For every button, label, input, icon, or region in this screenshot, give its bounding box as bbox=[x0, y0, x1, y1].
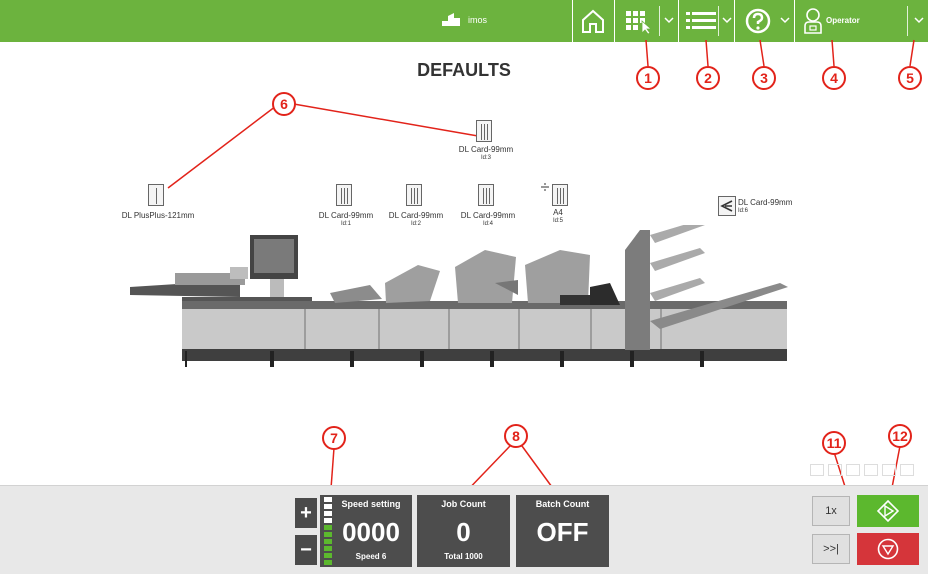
callout-5: 5 bbox=[898, 66, 922, 90]
speed-bar bbox=[324, 539, 332, 544]
status-box bbox=[864, 464, 878, 476]
speed-bar bbox=[324, 504, 332, 509]
a4-document-icon[interactable] bbox=[552, 184, 568, 206]
start-button[interactable] bbox=[857, 495, 919, 527]
stop-icon bbox=[877, 538, 899, 560]
start-icon bbox=[877, 500, 899, 522]
speed-bar bbox=[324, 553, 332, 558]
speed-bar bbox=[324, 525, 332, 530]
status-box bbox=[810, 464, 824, 476]
card-stack-icon[interactable] bbox=[336, 184, 352, 206]
card-stack-icon[interactable] bbox=[478, 184, 494, 206]
job-count-value: 0 bbox=[456, 517, 471, 547]
callout-11: 11 bbox=[822, 431, 846, 455]
speed-bar bbox=[324, 532, 332, 537]
speed-footer: Speed 6 bbox=[355, 552, 387, 561]
speed-panel[interactable]: Speed setting 0000 Speed 6 bbox=[320, 495, 412, 567]
callout-6: 6 bbox=[272, 92, 296, 116]
inserter-machine bbox=[130, 225, 788, 367]
callout-8: 8 bbox=[504, 424, 528, 448]
job-count-title: Job Count bbox=[441, 499, 486, 509]
speed-value: 0000 bbox=[342, 517, 400, 547]
clear-deck-button[interactable]: >>| bbox=[812, 534, 850, 564]
callout-2: 2 bbox=[696, 66, 720, 90]
item-label: DL Card-99mm Id:3 bbox=[458, 145, 514, 161]
callout-4: 4 bbox=[822, 66, 846, 90]
speed-level-bars bbox=[324, 497, 332, 565]
job-count-total: Total 1000 bbox=[444, 552, 483, 561]
batch-count-title: Batch Count bbox=[535, 499, 590, 509]
status-box bbox=[828, 464, 842, 476]
speed-bar bbox=[324, 511, 332, 516]
callout-1: 1 bbox=[636, 66, 660, 90]
envelope-insert-icon[interactable] bbox=[718, 196, 736, 216]
status-box bbox=[846, 464, 860, 476]
speed-bar bbox=[324, 497, 332, 502]
callout-12: 12 bbox=[888, 424, 912, 448]
speed-title: Speed setting bbox=[341, 499, 401, 509]
card-stack-icon[interactable] bbox=[476, 120, 492, 142]
speed-increase-button[interactable]: + bbox=[295, 498, 317, 528]
speed-decrease-button[interactable]: − bbox=[295, 535, 317, 565]
envelope-icon[interactable] bbox=[148, 184, 164, 206]
job-count-panel[interactable]: Job Count 0 Total 1000 bbox=[417, 495, 510, 567]
item-label: A4 Id:5 bbox=[552, 208, 563, 224]
speed-bar bbox=[324, 560, 332, 565]
batch-count-value: OFF bbox=[536, 517, 589, 547]
item-label: DL Card-99mm Id:6 bbox=[738, 198, 793, 214]
status-box bbox=[900, 464, 914, 476]
status-box bbox=[882, 464, 896, 476]
item-label: DL PlusPlus-121mm bbox=[121, 211, 195, 220]
speed-bar bbox=[324, 518, 332, 523]
single-cycle-button[interactable]: 1x bbox=[812, 496, 850, 526]
stop-button[interactable] bbox=[857, 533, 919, 565]
card-stack-icon[interactable] bbox=[406, 184, 422, 206]
speed-bar bbox=[324, 546, 332, 551]
callout-7: 7 bbox=[322, 426, 346, 450]
callout-3: 3 bbox=[752, 66, 776, 90]
batch-count-panel[interactable]: Batch Count OFF bbox=[516, 495, 609, 567]
fold-icon bbox=[541, 183, 549, 191]
